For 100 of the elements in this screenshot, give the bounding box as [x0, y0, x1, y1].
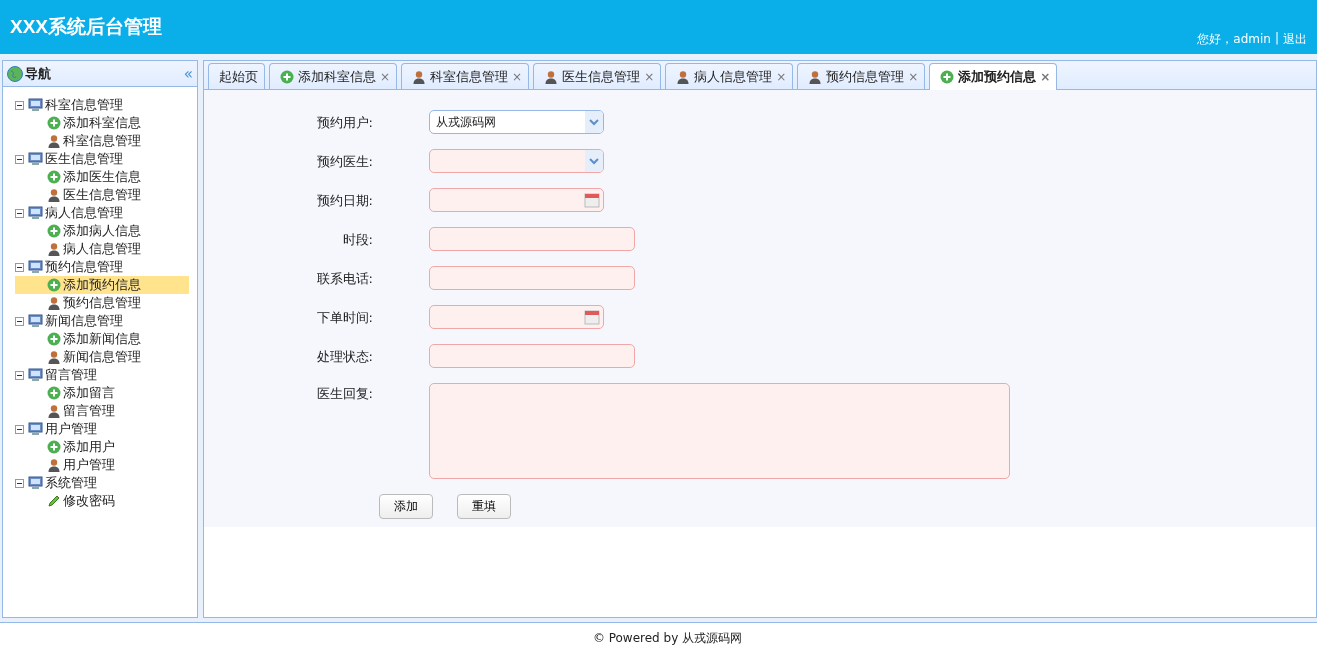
tab[interactable]: 预约信息管理 ×	[797, 63, 926, 89]
plus-circle-icon	[47, 116, 61, 130]
close-icon[interactable]: ×	[908, 69, 919, 84]
plus-circle-icon	[47, 170, 61, 184]
panel-title: 导航	[25, 64, 52, 83]
form-button[interactable]: 重填	[457, 494, 511, 519]
chevron-down-icon	[589, 118, 599, 126]
plus-circle-icon	[47, 386, 61, 400]
close-icon[interactable]: ×	[644, 69, 655, 84]
plus-circle-icon	[47, 440, 61, 454]
tree-label: 新闻信息管理	[45, 312, 123, 330]
select-field[interactable]	[429, 149, 604, 173]
date-field[interactable]	[429, 188, 604, 212]
computer-icon	[28, 152, 43, 166]
close-icon[interactable]: ×	[1040, 70, 1051, 84]
tree-label: 留言管理	[45, 366, 97, 384]
field-label: 预约用户:	[315, 114, 374, 132]
computer-icon	[28, 206, 43, 220]
field-label: 处理状态:	[315, 348, 374, 366]
tree-group[interactable]: 科室信息管理	[15, 96, 189, 114]
plus-circle-icon	[47, 224, 61, 238]
tab[interactable]: 医生信息管理 ×	[533, 63, 662, 89]
select-field[interactable]: 从戎源码网	[429, 110, 604, 134]
calendar-icon[interactable]	[584, 192, 600, 208]
globe-icon	[7, 65, 23, 82]
textarea-field[interactable]	[429, 383, 1010, 479]
plus-circle-icon	[940, 70, 955, 84]
tree-item[interactable]: 医生信息管理	[15, 186, 189, 204]
computer-icon	[28, 260, 43, 274]
date-field[interactable]	[429, 305, 604, 329]
app-title: XXX系统后台管理	[10, 15, 163, 39]
plus-circle-icon	[47, 278, 61, 292]
close-icon[interactable]: ×	[380, 69, 391, 84]
toggle-icon[interactable]	[15, 316, 24, 326]
input-field[interactable]	[429, 344, 635, 368]
tree-item[interactable]: 添加科室信息	[15, 114, 189, 132]
toggle-icon[interactable]	[15, 370, 24, 380]
tree-label: 用户管理	[45, 420, 97, 438]
toggle-icon[interactable]	[15, 478, 24, 488]
computer-icon	[28, 314, 43, 328]
tree-group[interactable]: 医生信息管理	[15, 150, 189, 168]
computer-icon	[28, 368, 43, 382]
field-label: 时段:	[341, 231, 374, 249]
pencil-icon	[47, 494, 61, 508]
person-icon	[47, 242, 61, 256]
person-icon	[47, 188, 61, 202]
tab[interactable]: 起始页	[208, 63, 265, 89]
tree-item[interactable]: 添加病人信息	[15, 222, 189, 240]
tree-group[interactable]: 留言管理	[15, 366, 189, 384]
plus-circle-icon	[280, 69, 294, 84]
tree-label: 系统管理	[45, 474, 97, 492]
calendar-icon[interactable]	[584, 309, 600, 325]
toggle-icon[interactable]	[15, 262, 24, 272]
tree-label: 医生信息管理	[45, 150, 123, 168]
close-icon[interactable]: ×	[512, 69, 523, 84]
field-label: 医生回复:	[315, 385, 374, 403]
form-button[interactable]: 添加	[379, 494, 433, 519]
person-icon	[544, 69, 559, 84]
toggle-icon[interactable]	[15, 424, 24, 434]
tab[interactable]: 添加科室信息 ×	[269, 63, 398, 89]
tree-item[interactable]: 添加预约信息	[15, 276, 189, 294]
person-icon	[47, 458, 61, 472]
footer-text: © Powered by 从戎源码网	[0, 622, 1317, 654]
person-icon	[676, 69, 691, 84]
tree-label: 预约信息管理	[45, 258, 123, 276]
person-icon	[47, 296, 61, 310]
toggle-icon[interactable]	[15, 154, 24, 164]
field-label: 下单时间:	[315, 309, 374, 327]
tab[interactable]: 添加预约信息 ×	[929, 63, 1058, 90]
toggle-icon[interactable]	[15, 100, 24, 110]
tree-item[interactable]: 添加留言	[15, 384, 189, 402]
tree-group[interactable]: 病人信息管理	[15, 204, 189, 222]
field-label: 预约日期:	[315, 192, 374, 210]
field-label: 联系电话:	[315, 270, 374, 288]
tree-group[interactable]: 预约信息管理	[15, 258, 189, 276]
input-field[interactable]	[429, 227, 635, 251]
tree-group[interactable]: 新闻信息管理	[15, 312, 189, 330]
chevron-down-icon	[589, 157, 599, 165]
tree-item[interactable]: 添加用户	[15, 438, 189, 456]
tree-item[interactable]: 添加新闻信息	[15, 330, 189, 348]
input-field[interactable]	[429, 266, 635, 290]
tree-item[interactable]: 用户管理	[15, 456, 189, 474]
toggle-icon[interactable]	[15, 208, 24, 218]
tree-group[interactable]: 用户管理	[15, 420, 189, 438]
tree-item[interactable]: 病人信息管理	[15, 240, 189, 258]
tree-item[interactable]: 科室信息管理	[15, 132, 189, 150]
tree-item[interactable]: 新闻信息管理	[15, 348, 189, 366]
tree-item[interactable]: 预约信息管理	[15, 294, 189, 312]
tree-item[interactable]: 留言管理	[15, 402, 189, 420]
tab[interactable]: 科室信息管理 ×	[401, 63, 530, 89]
person-icon	[412, 69, 427, 84]
tree-item[interactable]: 修改密码	[15, 492, 189, 510]
person-icon	[47, 350, 61, 364]
tab[interactable]: 病人信息管理 ×	[665, 63, 794, 89]
tree-label: 病人信息管理	[45, 204, 123, 222]
computer-icon	[28, 476, 43, 490]
tree-group[interactable]: 系统管理	[15, 474, 189, 492]
computer-icon	[28, 422, 43, 436]
close-icon[interactable]: ×	[776, 69, 787, 84]
tree-item[interactable]: 添加医生信息	[15, 168, 189, 186]
